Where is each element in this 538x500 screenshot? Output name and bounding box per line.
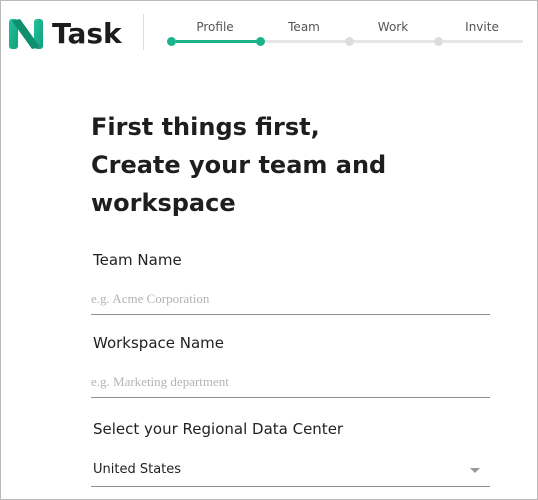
- step-label-profile[interactable]: Profile: [196, 20, 233, 34]
- step-dot-invite: [434, 37, 443, 46]
- step-dot-profile: [167, 37, 176, 46]
- chevron-down-icon: [470, 468, 480, 473]
- progress-stepper: Profile Team Work Invite: [0, 0, 538, 64]
- step-label-team[interactable]: Team: [288, 20, 320, 34]
- step-track-profile: [176, 40, 261, 43]
- step-label-work[interactable]: Work: [378, 20, 408, 34]
- step-track-work: [354, 40, 434, 43]
- step-label-invite[interactable]: Invite: [465, 20, 499, 34]
- step-dot-work: [345, 37, 354, 46]
- step-track-invite: [443, 40, 523, 43]
- data-center-select[interactable]: United States: [91, 452, 490, 487]
- page-title-line: workspace: [91, 189, 236, 217]
- workspace-name-label: Workspace Name: [93, 334, 225, 352]
- page-title: First things first, Create your team and…: [91, 108, 491, 222]
- team-name-input[interactable]: [91, 284, 490, 315]
- workspace-name-input[interactable]: [91, 367, 490, 398]
- page-title-line: Create your team and: [91, 151, 387, 179]
- data-center-selected-value: United States: [93, 462, 182, 477]
- data-center-label: Select your Regional Data Center: [93, 420, 344, 438]
- header: Task Profile Team Work Invite: [0, 0, 538, 64]
- page-title-line: First things first,: [91, 113, 320, 141]
- step-dot-team: [256, 37, 265, 46]
- step-track-team: [265, 40, 345, 43]
- team-name-label: Team Name: [93, 251, 182, 269]
